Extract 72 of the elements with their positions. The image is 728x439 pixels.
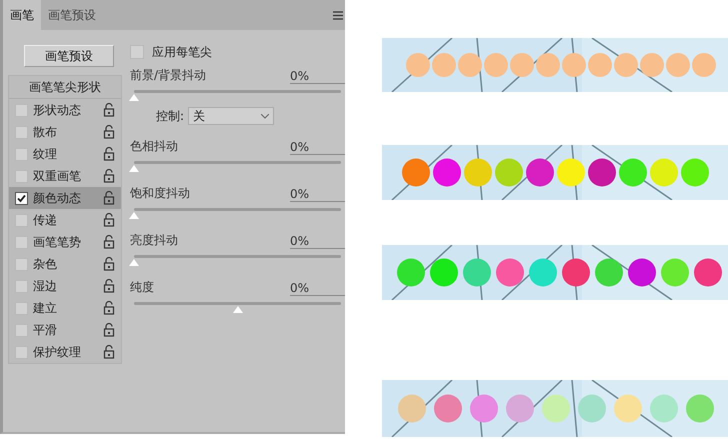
option-label: 双重画笔 [33, 168, 82, 184]
caret-icon [261, 114, 270, 118]
checkbox[interactable] [15, 148, 28, 160]
menu-icon[interactable] [333, 10, 343, 20]
option-label: 杂色 [33, 256, 58, 272]
unlock-icon[interactable] [103, 103, 115, 117]
checkbox[interactable] [15, 324, 28, 336]
checkbox[interactable] [15, 170, 28, 182]
slider-label: 前景/背景抖动 [130, 67, 208, 84]
slider-thumb[interactable] [129, 94, 139, 101]
option-label: 建立 [33, 300, 58, 316]
slider-label: 亮度抖动 [130, 232, 179, 249]
unlock-icon[interactable] [103, 279, 115, 293]
slider-thumb[interactable] [129, 259, 139, 266]
unlock-icon[interactable] [103, 345, 115, 359]
option-row[interactable]: 保护纹理 [9, 341, 121, 363]
option-row[interactable]: 画笔笔势 [9, 231, 121, 253]
checkbox[interactable] [15, 126, 28, 138]
unlock-icon[interactable] [103, 191, 115, 205]
unlock-icon[interactable] [103, 257, 115, 271]
option-row[interactable]: 平滑 [9, 319, 121, 341]
checkbox[interactable] [15, 214, 28, 226]
control-label: 控制: [156, 108, 184, 124]
option-row[interactable]: 颜色动态 [9, 187, 121, 209]
unlock-icon[interactable] [103, 301, 115, 315]
unlock-icon[interactable] [103, 213, 115, 227]
option-label: 散布 [33, 124, 58, 140]
option-row[interactable]: 建立 [9, 297, 121, 319]
option-label: 画笔笔势 [33, 234, 82, 250]
unlock-icon[interactable] [103, 125, 115, 139]
option-label: 纹理 [33, 146, 58, 162]
unlock-icon[interactable] [103, 169, 115, 183]
checkbox[interactable] [15, 346, 28, 358]
checkbox[interactable] [15, 302, 28, 314]
slider-label: 色相抖动 [130, 138, 179, 155]
checkbox[interactable] [15, 280, 28, 292]
unlock-icon[interactable] [103, 235, 115, 249]
option-row[interactable]: 湿边 [9, 275, 121, 297]
value-field[interactable]: 0% [290, 281, 345, 296]
control-dropdown[interactable]: 关 [188, 107, 274, 125]
option-label: 形状动态 [33, 102, 82, 118]
option-label: 颜色动态 [33, 190, 82, 206]
value-field[interactable]: 0% [290, 69, 345, 84]
tab[interactable]: 画笔预设 [41, 0, 103, 30]
option-label: 平滑 [33, 322, 58, 338]
slider-label: 饱和度抖动 [130, 185, 191, 202]
slider-thumb[interactable] [129, 165, 139, 172]
unlock-icon[interactable] [103, 147, 115, 161]
checkbox[interactable] [15, 236, 28, 248]
checkbox[interactable] [15, 104, 28, 116]
option-row[interactable]: 散布 [9, 121, 121, 143]
checkbox[interactable] [130, 45, 144, 59]
unlock-icon[interactable] [103, 323, 115, 337]
checkbox-label: 应用每笔尖 [152, 44, 212, 60]
slider-thumb[interactable] [129, 212, 139, 219]
option-row[interactable]: 形状动态 [9, 99, 121, 121]
checkbox[interactable] [15, 192, 28, 204]
checkbox[interactable] [15, 258, 28, 270]
option-label: 湿边 [33, 278, 58, 294]
option-label: 传递 [33, 212, 58, 228]
slider-label: 纯度 [130, 279, 155, 296]
value-field[interactable]: 0% [290, 140, 345, 155]
value-field[interactable]: 0% [290, 187, 345, 202]
brush-tip-shape-item[interactable]: 画笔笔尖形状 [9, 76, 121, 99]
option-row[interactable]: 纹理 [9, 143, 121, 165]
option-row[interactable]: 双重画笔 [9, 165, 121, 187]
option-label: 保护纹理 [33, 344, 82, 360]
option-row[interactable]: 杂色 [9, 253, 121, 275]
value-field[interactable]: 0% [290, 234, 345, 249]
tab[interactable]: 画笔 [3, 0, 41, 30]
option-row[interactable]: 传递 [9, 209, 121, 231]
brush-presets-button[interactable]: 画笔预设 [24, 45, 114, 67]
